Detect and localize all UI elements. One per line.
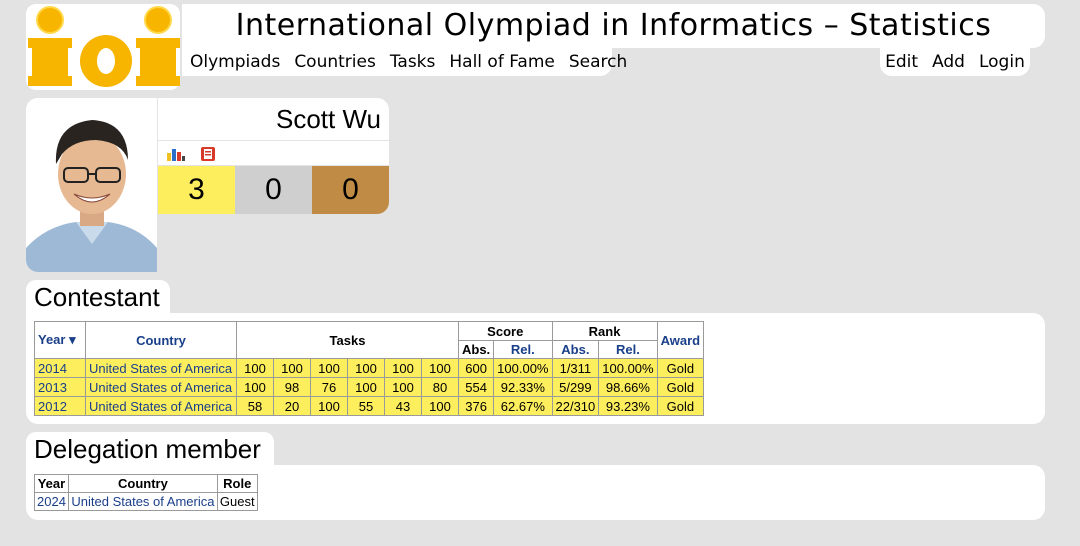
task-score: 100 — [421, 396, 459, 416]
score-abs: 376 — [457, 396, 495, 416]
nav-login[interactable]: Login — [972, 52, 1032, 72]
task-score: 100 — [384, 358, 422, 378]
task-score: 55 — [347, 396, 385, 416]
table-row: 2012 United States of America 58 20 100 … — [34, 396, 705, 416]
delegation-country-link[interactable]: United States of America — [67, 492, 218, 511]
gold-medal-count: 3 — [158, 166, 235, 214]
tasks-header: Tasks — [236, 321, 459, 359]
country-link[interactable]: United States of America — [85, 358, 237, 378]
award: Gold — [656, 377, 705, 397]
ioi-logo-mark — [28, 6, 180, 87]
site-title: International Olympiad in Informatics – … — [235, 8, 992, 43]
sort-year-header[interactable]: Year ▾ — [34, 321, 86, 359]
task-score: 100 — [236, 358, 274, 378]
contestant-heading: Contestant — [26, 280, 170, 314]
nav-countries[interactable]: Countries — [287, 52, 383, 72]
year-link[interactable]: 2012 — [34, 396, 86, 416]
score-abs-header: Abs. — [457, 340, 495, 359]
rank-header: Rank — [551, 321, 658, 341]
year-link[interactable]: 2013 — [34, 377, 86, 397]
main-nav: Olympiads Countries Tasks Hall of Fame S… — [182, 48, 627, 76]
task-score: 43 — [384, 396, 422, 416]
delegation-year-header: Year — [34, 474, 69, 493]
silver-medal-count: 0 — [235, 166, 312, 214]
score-header: Score — [458, 321, 553, 341]
delegation-table: Year Country Role 2024 United States of … — [34, 474, 258, 511]
rank-abs: 5/299 — [551, 377, 600, 397]
task-score: 100 — [236, 377, 274, 397]
score-rel: 92.33% — [493, 377, 553, 397]
award-header[interactable]: Award — [656, 321, 705, 359]
rank-rel: 93.23% — [598, 396, 658, 416]
rank-rel: 98.66% — [598, 377, 658, 397]
person-name-box: Scott Wu — [158, 98, 389, 140]
contestant-table: Year ▾ Country Tasks Score Rank Award Ab… — [34, 321, 705, 416]
task-score: 100 — [273, 358, 311, 378]
delegation-role-header: Role — [216, 474, 258, 493]
task-score: 100 — [384, 377, 422, 397]
person-icons — [158, 141, 389, 165]
rank-abs-header[interactable]: Abs. — [551, 340, 600, 359]
delegation-heading: Delegation member — [26, 432, 274, 466]
nav-search[interactable]: Search — [562, 52, 634, 72]
rank-rel: 100.00% — [598, 358, 658, 378]
bar-chart-icon[interactable] — [166, 146, 186, 165]
award: Gold — [656, 396, 705, 416]
table-row: 2024 United States of America Guest — [34, 492, 258, 511]
delegation-country-header: Country — [67, 474, 218, 493]
nav-add[interactable]: Add — [925, 52, 972, 72]
score-rel: 62.67% — [493, 396, 553, 416]
profile-card-icon[interactable] — [200, 146, 216, 166]
task-score: 98 — [273, 377, 311, 397]
award: Gold — [656, 358, 705, 378]
country-header[interactable]: Country — [85, 321, 237, 359]
task-score: 80 — [421, 377, 459, 397]
score-rel: 100.00% — [493, 358, 553, 378]
rank-abs: 1/311 — [551, 358, 600, 378]
score-abs: 554 — [457, 377, 495, 397]
profile-photo — [26, 98, 157, 272]
task-score: 76 — [310, 377, 348, 397]
task-score: 100 — [347, 377, 385, 397]
task-score: 100 — [347, 358, 385, 378]
task-score: 100 — [421, 358, 459, 378]
country-link[interactable]: United States of America — [85, 377, 237, 397]
task-score: 20 — [273, 396, 311, 416]
bronze-medal-count: 0 — [312, 166, 389, 214]
ioi-logo[interactable] — [26, 4, 180, 90]
user-nav: Edit Add Login — [880, 48, 1030, 76]
delegation-role: Guest — [216, 492, 258, 511]
year-link[interactable]: 2014 — [34, 358, 86, 378]
site-title-bar: International Olympiad in Informatics – … — [182, 4, 1045, 48]
person-name: Scott Wu — [275, 104, 381, 134]
rank-abs: 22/310 — [551, 396, 600, 416]
task-score: 58 — [236, 396, 274, 416]
task-score: 100 — [310, 396, 348, 416]
person-portrait — [26, 98, 157, 272]
score-abs: 600 — [457, 358, 495, 378]
nav-hall-of-fame[interactable]: Hall of Fame — [442, 52, 562, 72]
nav-edit[interactable]: Edit — [878, 52, 925, 72]
nav-tasks[interactable]: Tasks — [383, 52, 443, 72]
nav-olympiads[interactable]: Olympiads — [182, 52, 287, 72]
country-link[interactable]: United States of America — [85, 396, 237, 416]
score-rel-header[interactable]: Rel. — [493, 340, 553, 359]
delegation-year-link[interactable]: 2024 — [34, 492, 69, 511]
rank-rel-header[interactable]: Rel. — [598, 340, 658, 359]
table-row: 2013 United States of America 100 98 76 … — [34, 377, 705, 397]
table-row: 2014 United States of America 100 100 10… — [34, 358, 705, 378]
medal-counts: 3 0 0 — [158, 166, 389, 214]
task-score: 100 — [310, 358, 348, 378]
